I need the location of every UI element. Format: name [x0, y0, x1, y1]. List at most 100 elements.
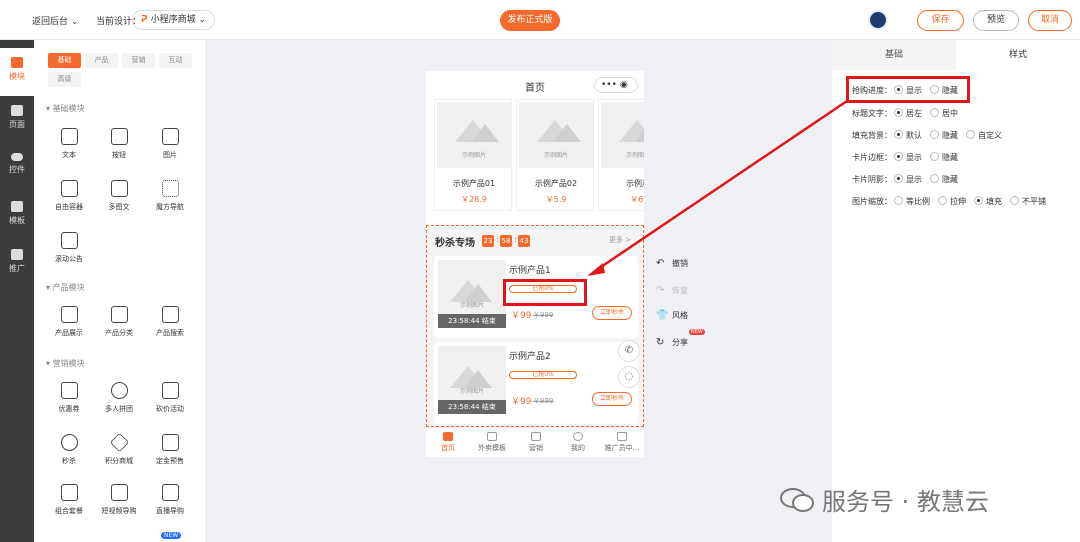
nav-item-promo[interactable]: 推广 — [0, 240, 34, 288]
tab-interaction[interactable]: 互动 — [159, 53, 192, 68]
option-show[interactable]: 显示 — [894, 152, 922, 163]
avatar[interactable] — [868, 10, 888, 30]
tab-advanced[interactable]: 高级 — [48, 72, 81, 87]
redo-button[interactable]: ↷ 恢复 — [656, 285, 688, 296]
widget-live[interactable]: 直播导购 — [149, 484, 191, 516]
prop-card-border: 卡片边框： 显示 隐藏 — [852, 152, 958, 163]
save-button[interactable]: 保存 — [917, 10, 964, 31]
option-hide[interactable]: 隐藏 — [930, 130, 958, 141]
back-to-admin[interactable]: 返回后台 ⌄ — [32, 14, 78, 27]
top-bar: 返回后台 ⌄ 当前设计： ᕈ 小程序商城 ⌄ 发布正式版 保存 预览 取消 — [0, 0, 1080, 40]
product-image: 示例图片 — [601, 102, 644, 168]
buy-now-button[interactable]: 立即秒杀 — [592, 392, 632, 406]
search-icon — [161, 306, 179, 323]
chat-icon[interactable]: ◌ — [618, 366, 640, 388]
widget-multi-image-text[interactable]: 多图文 — [98, 180, 140, 212]
widget-coupon[interactable]: 优惠券 — [48, 382, 90, 414]
tabbar-mine[interactable]: 我的 — [556, 432, 600, 453]
widget-product-category[interactable]: 产品分类 — [98, 306, 140, 338]
flash-price: ￥99 — [511, 311, 532, 321]
publish-button[interactable]: 发布正式版 — [500, 10, 560, 31]
shirt-icon: 👕 — [656, 310, 669, 321]
mountain-icon — [553, 124, 581, 142]
container-icon — [60, 180, 78, 197]
radio-icon — [966, 130, 975, 139]
widget-flash-sale[interactable]: 秒杀 — [48, 434, 90, 466]
cart-icon — [531, 432, 541, 441]
home-icon — [443, 432, 453, 441]
tabbar-promoter[interactable]: 推广员中... — [600, 432, 644, 453]
phone-tabbar: 首页 外卖模板 营销 我的 推广员中... — [426, 427, 644, 457]
nav-item-control[interactable]: 控件 — [0, 144, 34, 192]
flash-item-image: 示例图片 23:58:44 结束 — [438, 260, 506, 328]
option-no-tile[interactable]: 不平铺 — [1010, 196, 1046, 207]
option-hide[interactable]: 隐藏 — [930, 152, 958, 163]
widget-combo[interactable]: 组合套餐 — [48, 484, 90, 516]
widget-text[interactable]: 文本 — [48, 128, 90, 160]
tabbar-home[interactable]: 首页 — [426, 432, 470, 453]
new-tag: NEW — [689, 329, 705, 335]
capsule-menu[interactable]: ••• ◉ — [594, 77, 638, 93]
category-icon — [110, 306, 128, 323]
tabbar-takeout[interactable]: 外卖模板 — [470, 432, 514, 453]
widget-product-search[interactable]: 产品搜索 — [149, 306, 191, 338]
option-custom[interactable]: 自定义 — [966, 130, 1002, 141]
option-left[interactable]: 居左 — [894, 108, 922, 119]
widget-notice[interactable]: 滚动公告 — [48, 232, 90, 264]
option-center[interactable]: 居中 — [930, 108, 958, 119]
product-card[interactable]: 示例图片 示例产品01 ￥28.9 — [434, 99, 512, 211]
widget-product-display[interactable]: 产品展示 — [48, 306, 90, 338]
option-fill[interactable]: 填充 — [974, 196, 1002, 207]
prop-title-text: 标题文字： 居左 居中 — [852, 108, 958, 119]
share-button[interactable]: ↻ 分享 — [656, 337, 688, 348]
miniprogram-icon: ᕈ — [141, 15, 148, 25]
widget-free-container[interactable]: 自由容器 — [48, 180, 90, 212]
widget-bargain[interactable]: 砍价活动 — [149, 382, 191, 414]
flash-sale-module[interactable]: 秒杀专场 23 : 58 : 43 更多 > 示例图片 23:58:44 结束 示… — [426, 225, 644, 427]
style-button[interactable]: 👕 风格 — [656, 310, 688, 321]
product-card[interactable]: 示例图片 示例产 ￥6. — [598, 99, 644, 211]
design-selector[interactable]: ᕈ 小程序商城 ⌄ — [132, 10, 216, 30]
buy-now-button[interactable]: 立即秒杀 — [592, 306, 632, 320]
tabbar-marketing[interactable]: 营销 — [514, 432, 558, 453]
tab-base[interactable]: 基础 — [832, 40, 956, 70]
flash-item-card[interactable]: 示例图片 23:58:44 结束 示例产品2 已抢0% ￥99 ￥999 立即秒杀 — [434, 342, 638, 424]
widget-group-buy[interactable]: 多人拼团 — [98, 382, 140, 414]
widget-cube-nav[interactable]: 魔方导航 — [149, 180, 191, 212]
countdown-minutes: 58 — [500, 235, 512, 247]
product-card[interactable]: 示例图片 示例产品02 ￥5.9 — [516, 99, 594, 211]
preview-button[interactable]: 预览 — [973, 10, 1019, 31]
widget-points-mall[interactable]: 积分商城 — [98, 432, 140, 466]
tab-marketing[interactable]: 营销 — [122, 53, 155, 68]
countdown-sep: : — [514, 235, 517, 244]
product-image: 示例图片 — [519, 102, 593, 168]
original-price: ￥999 — [533, 397, 554, 405]
undo-button[interactable]: ↶ 撤销 — [656, 258, 688, 269]
more-link[interactable]: 更多 > — [609, 235, 631, 245]
video-bag-icon — [110, 484, 128, 501]
nav-item-template[interactable]: 模板 — [0, 192, 34, 240]
widget-deposit-presale[interactable]: 定金预售 — [149, 434, 191, 466]
stopwatch-icon — [60, 434, 78, 451]
tab-product[interactable]: 产品 — [85, 53, 118, 68]
option-stretch[interactable]: 拉伸 — [938, 196, 966, 207]
tab-basic[interactable]: 基础 — [48, 53, 81, 68]
phone-call-icon[interactable]: ✆ — [618, 340, 640, 362]
option-hide[interactable]: 隐藏 — [930, 174, 958, 185]
product-price: ￥5.9 — [545, 195, 567, 204]
radio-icon — [894, 174, 903, 183]
nav-item-module[interactable]: 模块 — [0, 48, 34, 96]
tab-style[interactable]: 样式 — [956, 40, 1080, 70]
cancel-button[interactable]: 取消 — [1028, 10, 1072, 31]
module-icon — [11, 57, 23, 68]
tv-icon — [161, 484, 179, 501]
widget-short-video[interactable]: 短视频导购 — [98, 484, 140, 516]
widget-image[interactable]: 图片 — [149, 128, 191, 160]
option-default[interactable]: 默认 — [894, 130, 922, 141]
option-proportional[interactable]: 等比例 — [894, 196, 930, 207]
coupon-icon — [60, 382, 78, 399]
option-show[interactable]: 显示 — [894, 174, 922, 185]
nav-item-page[interactable]: 页面 — [0, 96, 34, 144]
widget-button[interactable]: 按钮 — [98, 128, 140, 160]
section-marketing-title: ▾ 营销模块 — [46, 359, 85, 368]
